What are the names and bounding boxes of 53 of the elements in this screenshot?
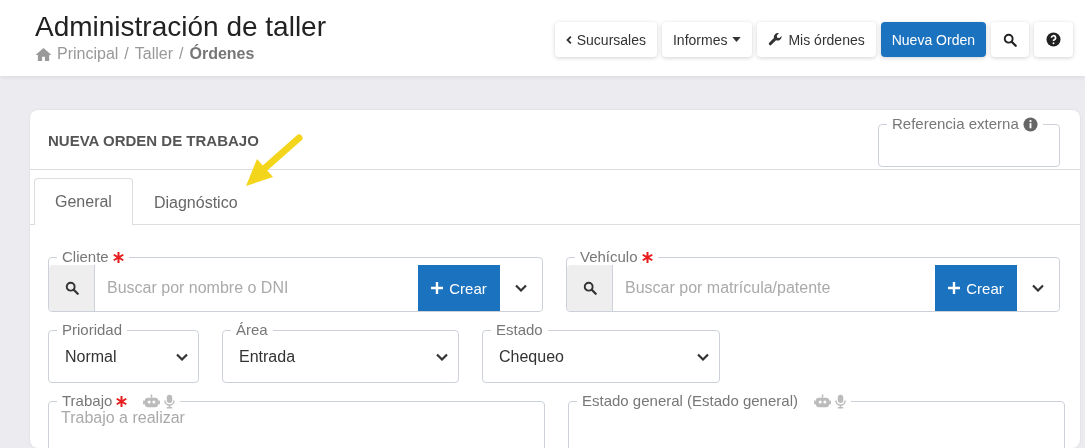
field-label: Área	[236, 322, 268, 338]
card-title: NUEVA ORDEN DE TRABAJO	[48, 132, 259, 149]
breadcrumb-link[interactable]: Taller	[134, 45, 174, 63]
search-field[interactable]: Vehículo Buscar por matrícula/patente Crear	[566, 249, 1060, 312]
chevron-down-icon	[436, 353, 448, 361]
chevron-down-icon	[1032, 284, 1044, 292]
search-icon	[64, 281, 79, 295]
selected-value: Chequeo	[499, 348, 564, 366]
wrench-icon	[768, 32, 784, 47]
help-button[interactable]	[1034, 22, 1073, 57]
dropdown-field[interactable]: Prioridad Normal	[48, 322, 199, 383]
field-label: Prioridad	[62, 322, 123, 338]
caret-down-icon	[732, 37, 742, 42]
textarea-input[interactable]: Trabajo a realizar	[49, 409, 544, 448]
selected-value: Entrada	[239, 348, 296, 366]
chevron-left-icon	[565, 34, 572, 45]
text-area-field[interactable]: Trabajo Trabajo a realizar	[48, 393, 545, 448]
tab[interactable]: General	[34, 178, 133, 225]
dropdown-field[interactable]: Estado Chequeo	[482, 322, 720, 383]
chevron-down-icon	[176, 353, 188, 361]
field-label: Estado	[496, 322, 543, 338]
plus-icon	[431, 282, 444, 294]
selected-value: Normal	[65, 348, 117, 366]
field-label: Cliente	[62, 249, 109, 265]
create-button[interactable]: Crear	[418, 265, 500, 311]
dropdown-field[interactable]: Área Entrada	[222, 322, 459, 383]
search-icon	[1003, 32, 1017, 47]
field-label: Estado general (Estado general)	[582, 393, 798, 409]
page-title: Administración de taller	[35, 10, 327, 44]
breadcrumb-separator: /	[179, 45, 184, 63]
text-area-field[interactable]: Estado general (Estado general)	[568, 393, 1065, 448]
chevron-down-icon	[697, 353, 709, 361]
create-button[interactable]: Crear	[935, 265, 1017, 311]
toolbar-button[interactable]: Informes	[662, 22, 753, 57]
field-label: Vehículo	[580, 249, 638, 265]
chevron-down-icon	[515, 284, 527, 292]
external-reference-field[interactable]: Referencia externa	[878, 116, 1060, 167]
toolbar-button[interactable]: Sucursales	[554, 22, 657, 57]
new-order-button[interactable]: Nueva Orden	[880, 22, 986, 57]
tab[interactable]: Diagnóstico	[132, 179, 259, 225]
toolbar-button[interactable]: Mis órdenes	[757, 22, 876, 57]
field-label: Trabajo	[62, 393, 113, 409]
plus-icon	[948, 282, 961, 294]
field-label: Referencia externa	[892, 116, 1019, 132]
breadcrumb-link[interactable]: Principal	[35, 45, 119, 63]
help-icon	[1046, 32, 1061, 47]
search-input[interactable]: Buscar por matrícula/patente	[612, 265, 935, 311]
breadcrumb-separator: /	[124, 45, 129, 63]
search-input[interactable]: Buscar por nombre o DNI	[94, 265, 418, 311]
search-icon	[582, 281, 597, 295]
breadcrumb-current: Órdenes	[189, 45, 255, 63]
search-field[interactable]: Cliente Buscar por nombre o DNI Crear	[48, 249, 543, 312]
search-button[interactable]	[991, 22, 1029, 57]
